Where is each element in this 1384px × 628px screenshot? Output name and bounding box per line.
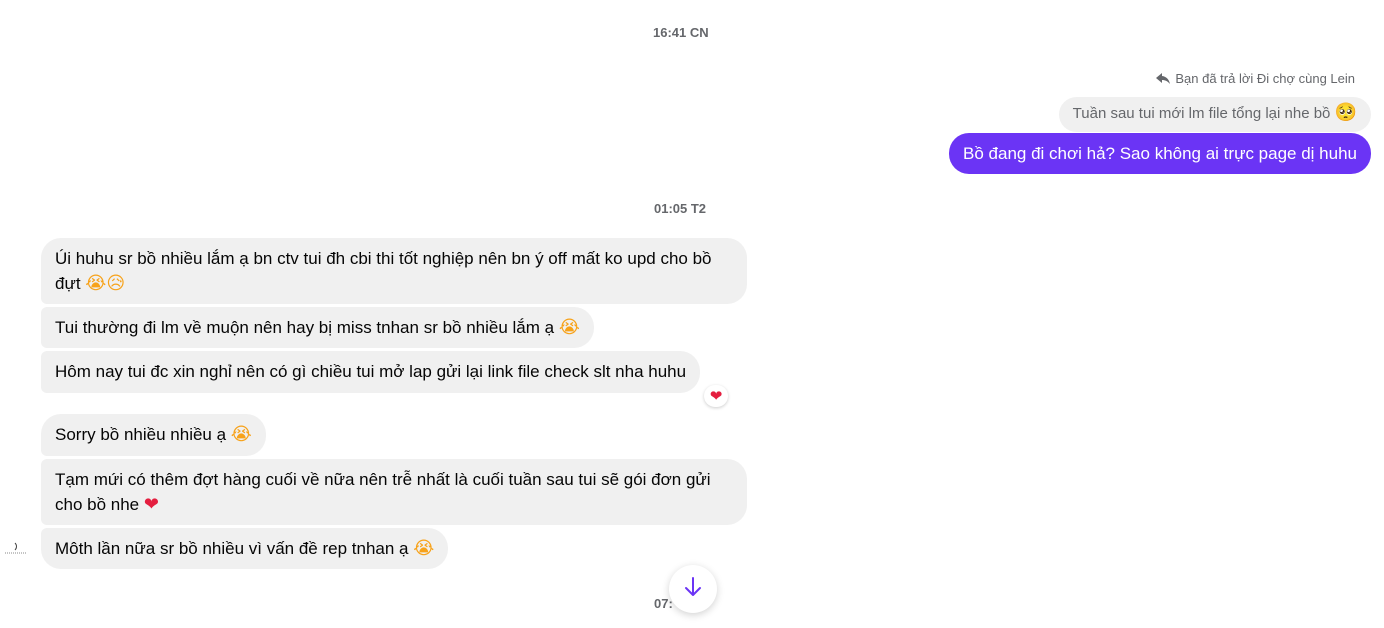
outgoing-message[interactable]: Bồ đang đi chơi hả? Sao không ai trực pa… (949, 133, 1371, 174)
heart-icon: ❤ (709, 386, 723, 405)
message-text: Hôm nay tui đc xin nghỉ nên có gì chiều … (55, 362, 687, 381)
reply-note-text: Bạn đã trả lời Đi chợ cùng Lein (1175, 71, 1355, 86)
incoming-message[interactable]: Sorry bồ nhiều nhiều ạ 😭 (41, 414, 266, 456)
message-text: Sorry bồ nhiều nhiều ạ (55, 425, 227, 444)
quoted-message[interactable]: Tuần sau tui mới lm file tổng lại nhe bồ… (1058, 97, 1371, 132)
incoming-message[interactable]: Tạm mứi có thêm đợt hàng cuối về nữa nên… (41, 459, 747, 525)
timestamp-divider: 16:41 CN (653, 25, 709, 40)
reply-arrow-icon (1156, 72, 1171, 85)
heart-emoji: ❤ (143, 494, 159, 515)
incoming-message[interactable]: Môth lần nữa sr bồ nhiều vì vấn đề rep t… (41, 528, 449, 569)
outgoing-message-text: Bồ đang đi chơi hả? Sao không ai trực pa… (963, 144, 1357, 163)
timestamp-divider: 01:05 T2 (654, 201, 707, 216)
avatar[interactable] (4, 542, 28, 556)
incoming-message[interactable]: Tui thường đi lm về muộn nên hay bị miss… (41, 307, 594, 348)
quoted-message-text: Tuần sau tui mới lm file tổng lại nhe bồ (1072, 105, 1331, 122)
crying-face-emoji: 😭 (230, 424, 252, 445)
crying-face-emoji: 😭 (558, 317, 580, 338)
arrow-down-icon (684, 576, 702, 602)
pleading-face-emoji: 🥺 (1334, 102, 1357, 123)
message-text: Úi huhu sr bồ nhiều lắm ạ bn ctv tui đh … (55, 249, 712, 293)
heart-reaction[interactable]: ❤ (704, 385, 728, 407)
reply-indicator: Bạn đã trả lời Đi chợ cùng Lein (1156, 71, 1355, 86)
crying-face-emoji: 😭 (413, 538, 435, 559)
incoming-message[interactable]: Úi huhu sr bồ nhiều lắm ạ bn ctv tui đh … (41, 238, 747, 304)
crying-face-emoji: 😭😥 (85, 273, 126, 294)
incoming-message[interactable]: Hôm nay tui đc xin nghỉ nên có gì chiều … (41, 351, 701, 393)
message-text: Tui thường đi lm về muộn nên hay bị miss… (55, 318, 555, 337)
message-text: Môth lần nữa sr bồ nhiều vì vấn đề rep t… (55, 539, 409, 558)
scroll-to-bottom-button[interactable] (669, 565, 717, 613)
